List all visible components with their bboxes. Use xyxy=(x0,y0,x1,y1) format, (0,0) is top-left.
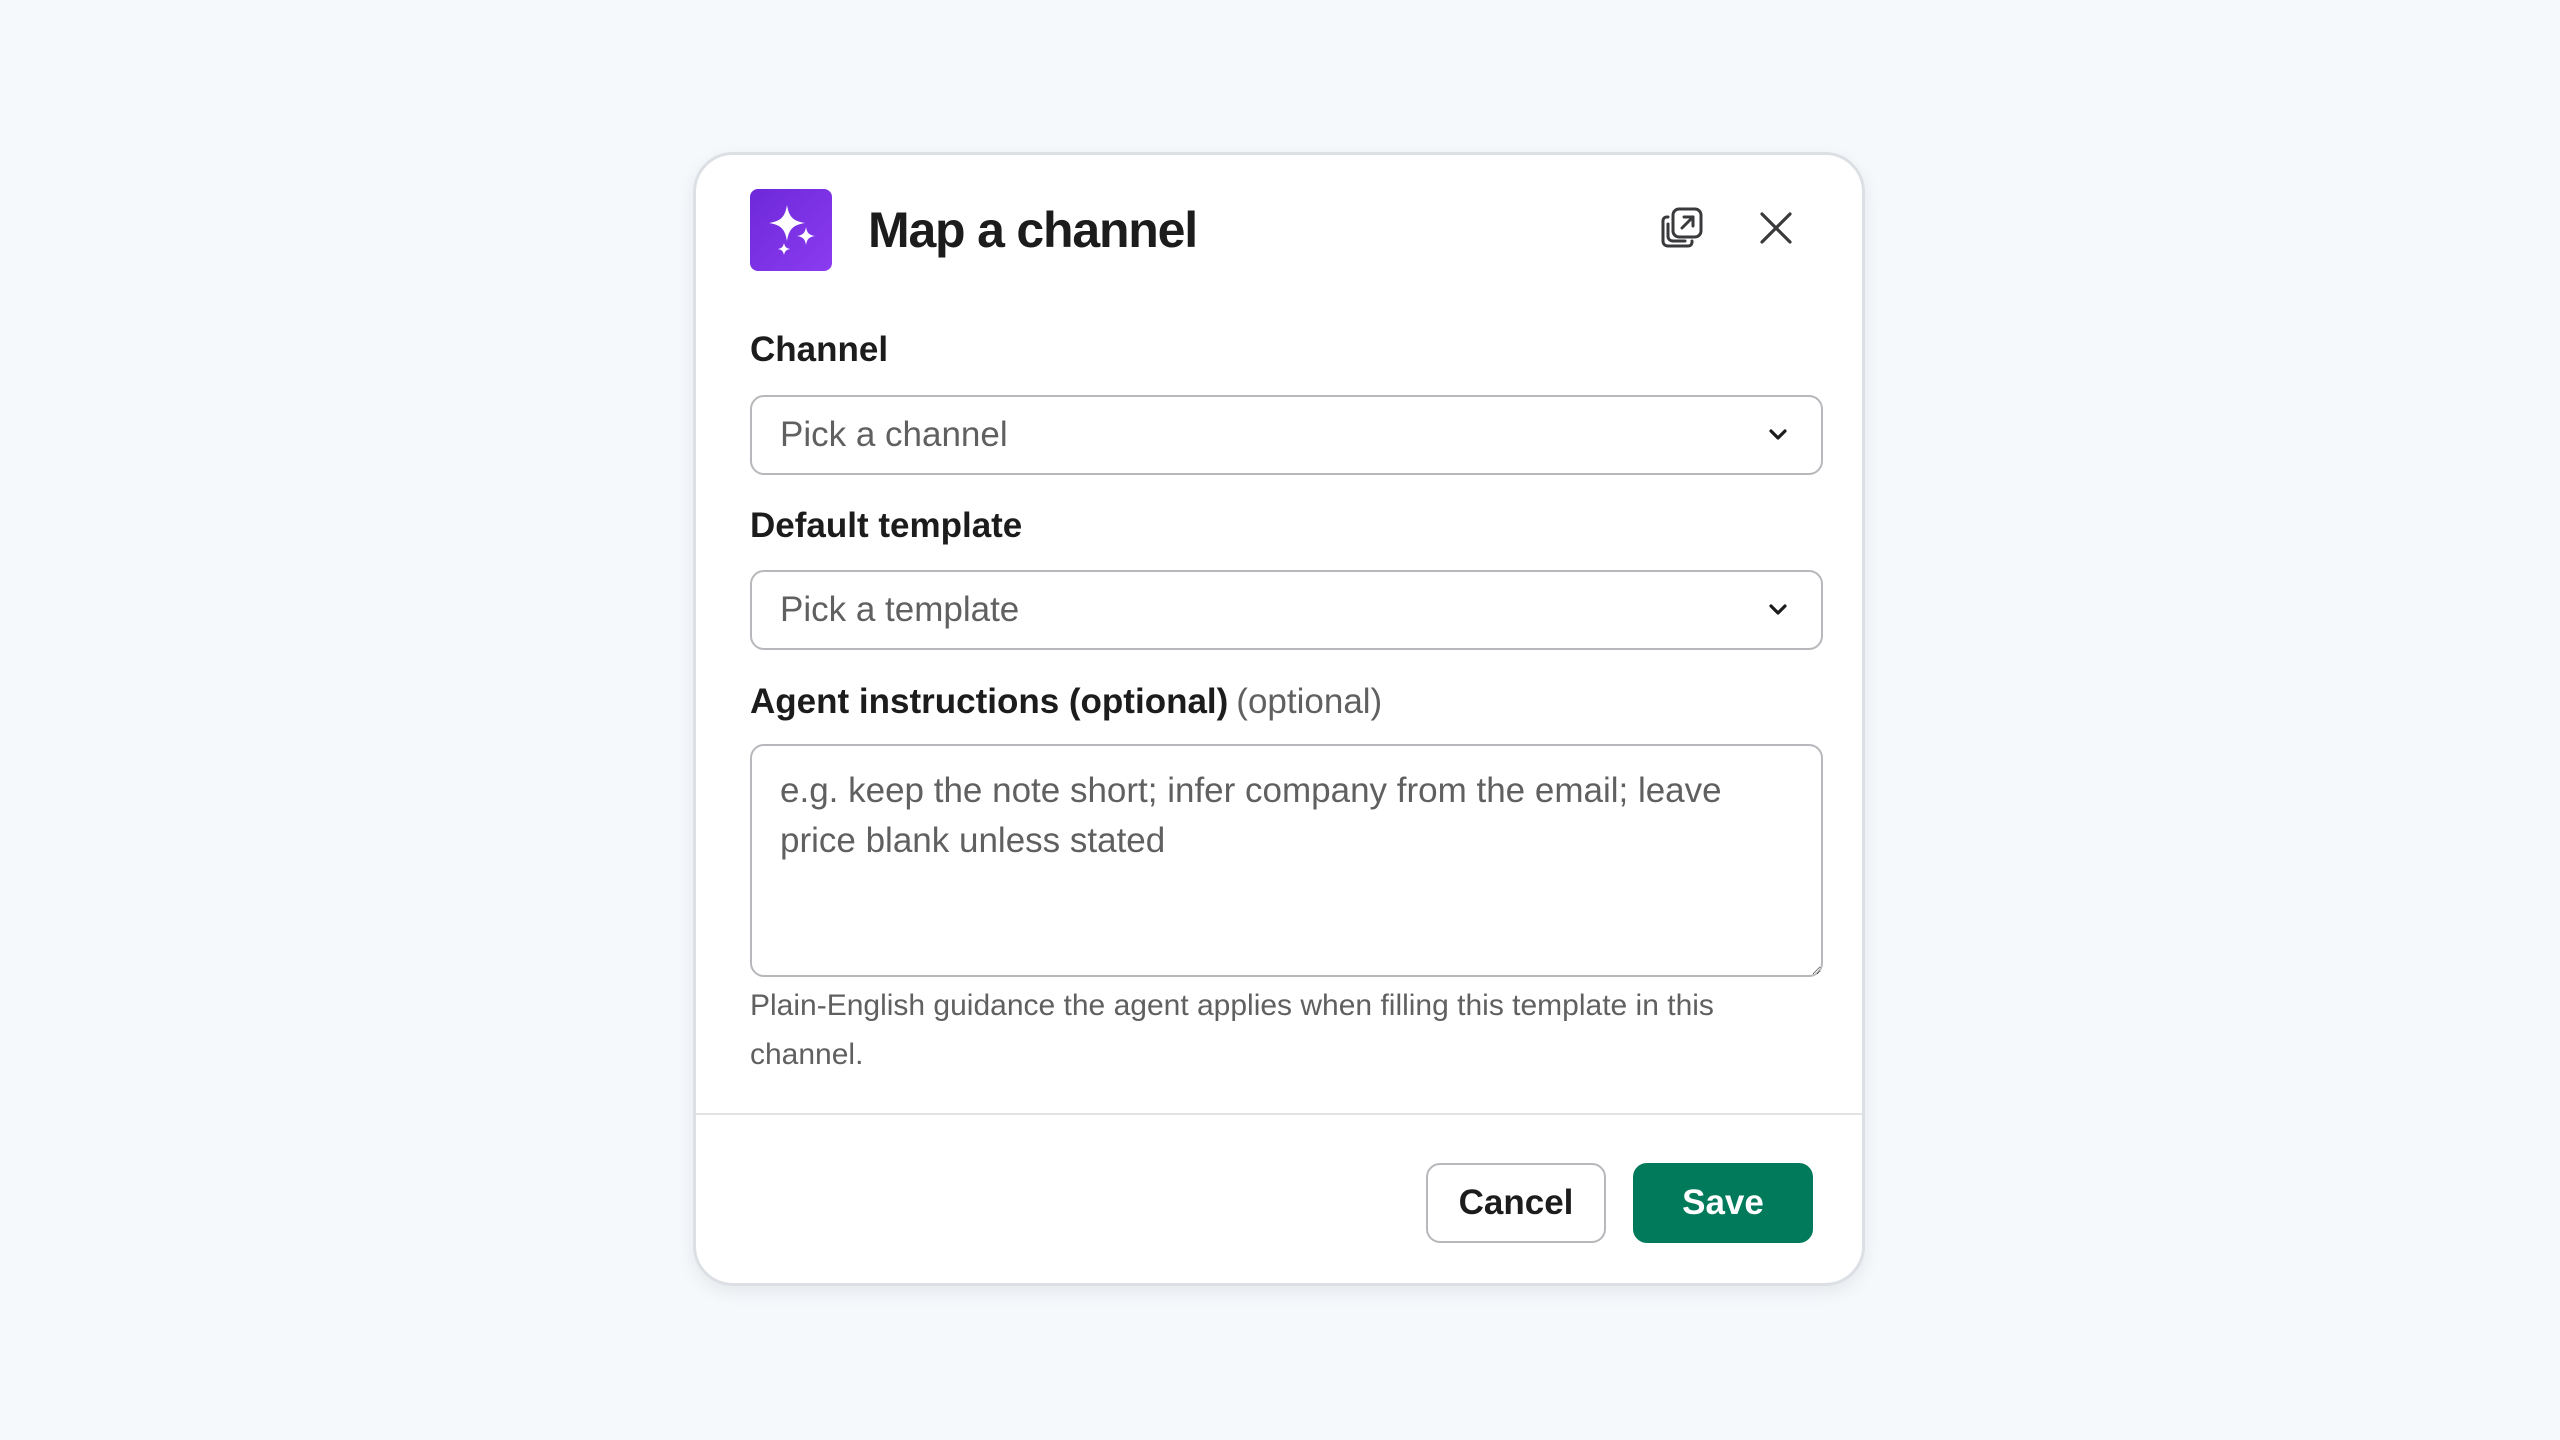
dialog-header: Map a channel xyxy=(750,189,1808,271)
instructions-label-text: Agent instructions (optional) xyxy=(750,682,1229,721)
optional-hint: (optional) xyxy=(1236,682,1383,721)
template-label: Default template xyxy=(750,506,1023,545)
dialog-title: Map a channel xyxy=(868,202,1198,258)
close-icon xyxy=(1756,208,1796,253)
channel-select[interactable]: Pick a channel xyxy=(750,395,1823,475)
popout-button[interactable] xyxy=(1650,198,1714,262)
popout-icon xyxy=(1659,205,1705,256)
instructions-textarea[interactable] xyxy=(750,744,1823,977)
cancel-button[interactable]: Cancel xyxy=(1426,1163,1606,1243)
chevron-down-icon xyxy=(1763,595,1793,625)
instructions-helper-text: Plain-English guidance the agent applies… xyxy=(750,989,1714,1071)
map-channel-dialog: Map a channel Channel Pick a channel Def… xyxy=(693,152,1865,1286)
footer-divider xyxy=(696,1113,1862,1115)
close-button[interactable] xyxy=(1744,198,1808,262)
instructions-label: Agent instructions (optional) (optional) xyxy=(750,682,1382,722)
template-select[interactable]: Pick a template xyxy=(750,570,1823,650)
channel-select-value: Pick a channel xyxy=(780,415,1008,454)
template-select-value: Pick a template xyxy=(780,590,1020,629)
chevron-down-icon xyxy=(1763,420,1793,450)
sparkles-icon xyxy=(750,189,832,271)
save-button[interactable]: Save xyxy=(1633,1163,1813,1243)
channel-label: Channel xyxy=(750,330,889,369)
